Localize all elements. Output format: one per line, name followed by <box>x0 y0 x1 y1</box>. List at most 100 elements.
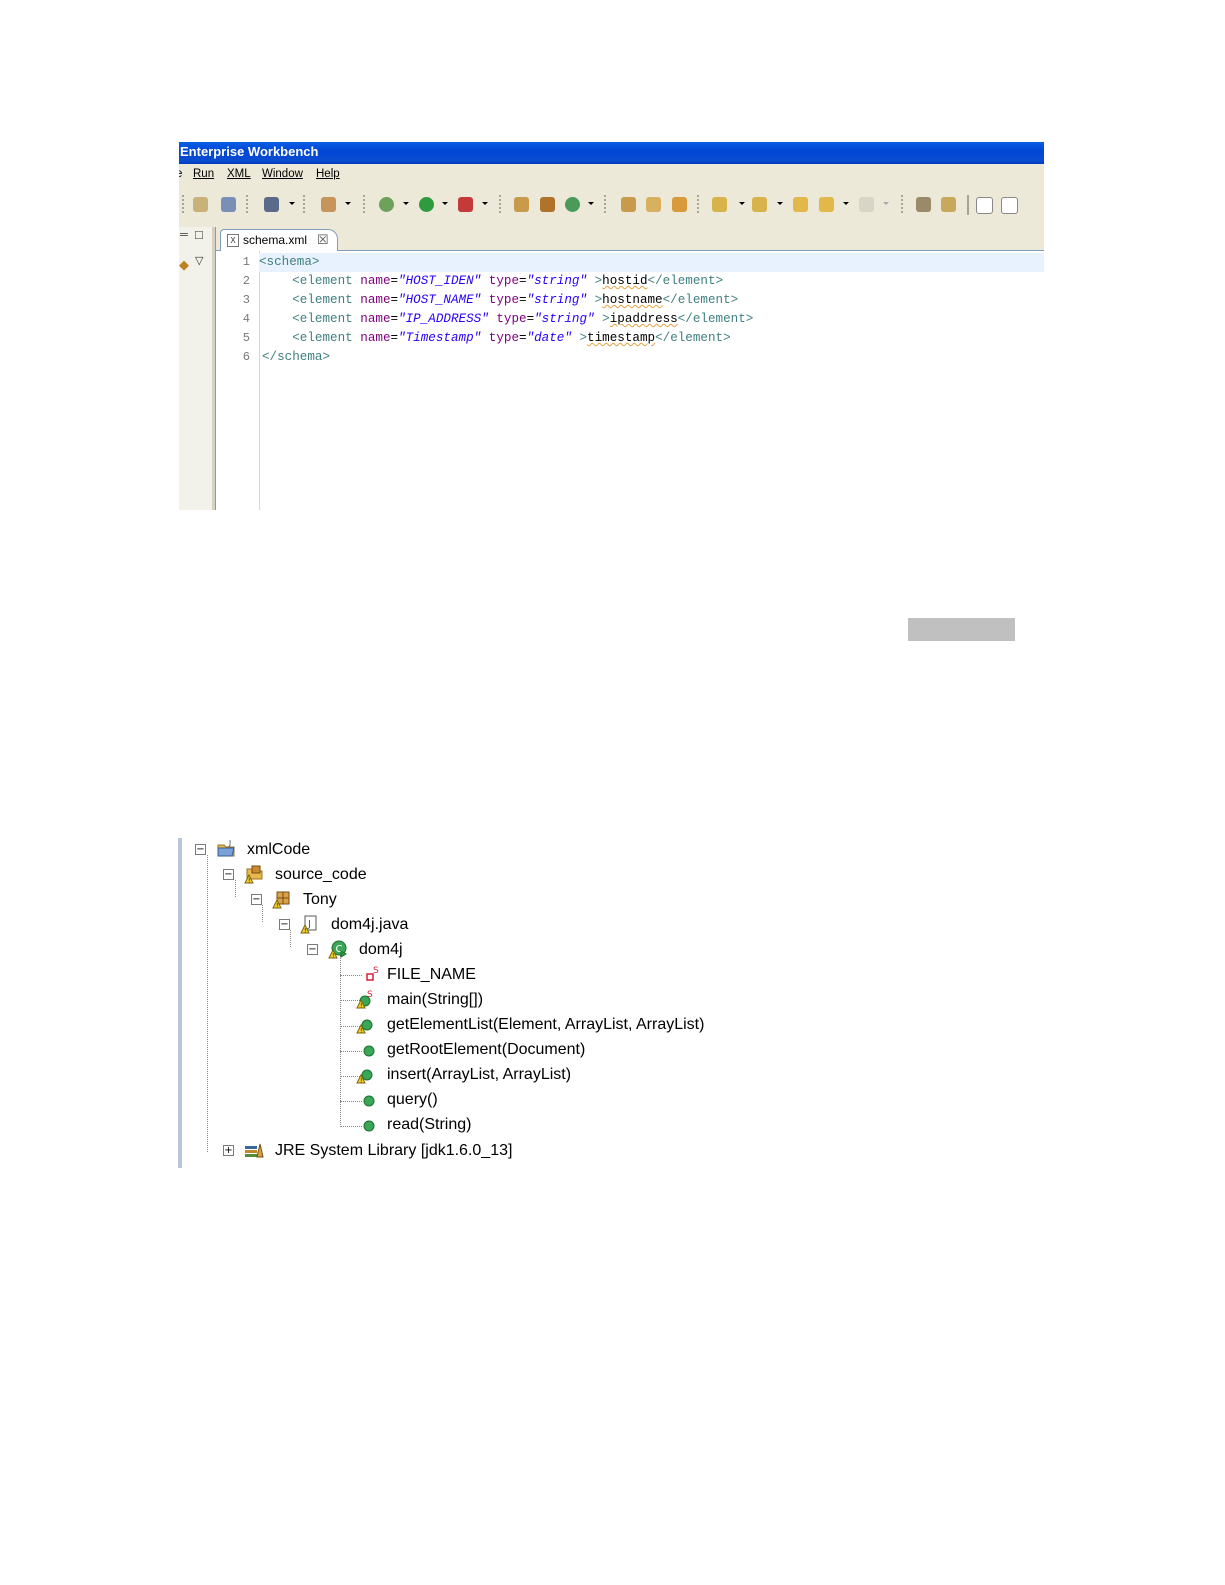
eclipse-window: Enterprise Workbench e Run XML Window He… <box>179 142 1044 510</box>
run-icon[interactable] <box>419 197 434 212</box>
tree-node-package[interactable]: − ! Tony <box>251 888 451 912</box>
window-title: Enterprise Workbench <box>179 142 1044 164</box>
print-icon[interactable] <box>193 197 208 212</box>
line-number-gutter: 1 2 3 4 5 6 <box>216 251 260 510</box>
package-warning-icon: ! <box>272 891 290 910</box>
svg-text:!: ! <box>332 953 334 960</box>
svg-text:S: S <box>367 990 373 1000</box>
next-annotation-icon[interactable] <box>712 197 727 212</box>
line-number: 5 <box>242 331 250 345</box>
view-menu-icon[interactable]: ▽ <box>195 254 203 267</box>
svg-text:!: ! <box>360 1003 362 1010</box>
svg-text:J: J <box>307 919 311 930</box>
previous-annotation-icon[interactable] <box>752 197 767 212</box>
main-toolbar <box>179 185 1044 227</box>
tree-node-java-file[interactable]: − J ! dom4j.java <box>279 913 479 937</box>
method-icon <box>363 1045 375 1057</box>
menu-bar: e Run XML Window Help <box>179 164 1044 185</box>
line-number: 3 <box>242 293 250 307</box>
tree-node-source-folder[interactable]: − ! source_code <box>223 863 423 887</box>
last-edit-icon[interactable] <box>793 197 808 212</box>
code-line[interactable]: <element name="HOST_NAME" type="string" … <box>262 291 738 310</box>
method-icon <box>363 1095 375 1107</box>
external-tools-icon[interactable] <box>458 197 473 212</box>
expand-toggle-icon[interactable]: + <box>223 1145 234 1156</box>
tree-node-method[interactable]: getRootElement(Document) <box>363 1038 663 1062</box>
new-interface-icon[interactable] <box>565 197 580 212</box>
open-type-icon[interactable] <box>621 197 636 212</box>
code-line[interactable]: <element name="HOST_IDEN" type="string" … <box>262 272 723 291</box>
static-method-warning-icon: S ! <box>356 990 373 1010</box>
camera-icon[interactable] <box>264 197 279 212</box>
line-number: 1 <box>242 255 250 269</box>
menu-file[interactable]: e <box>179 164 182 185</box>
gray-bar <box>908 618 1015 641</box>
tree-node-method[interactable]: ! insert(ArrayList, ArrayList) <box>356 1063 663 1087</box>
search-icon[interactable] <box>646 197 661 212</box>
svg-text:!: ! <box>248 878 250 885</box>
class-warning-icon: C ! <box>328 940 347 960</box>
open-task-icon[interactable] <box>672 197 687 212</box>
method-warning-icon: ! <box>356 1069 373 1085</box>
collapse-toggle-icon[interactable]: − <box>279 919 290 930</box>
close-icon[interactable]: ☒ <box>317 230 329 250</box>
left-view-panel: ═ □ ◆ ▽ <box>179 227 213 510</box>
forward-icon[interactable] <box>859 197 874 212</box>
minimize-icon[interactable]: ═ <box>180 229 188 241</box>
collapse-toggle-icon[interactable]: − <box>307 944 318 955</box>
menu-run[interactable]: Run <box>193 164 214 185</box>
line-number: 4 <box>242 312 250 326</box>
collapse-icon[interactable] <box>1001 197 1018 214</box>
method-icon <box>363 1120 375 1132</box>
line-number: 2 <box>242 274 250 288</box>
tree-node-method[interactable]: S ! main(String[]) <box>356 988 663 1012</box>
svg-text:!: ! <box>276 903 278 910</box>
tab-schema-xml[interactable]: X schema.xml ☒ <box>220 229 338 251</box>
hourglass-icon[interactable] <box>916 197 931 212</box>
line-number: 6 <box>242 350 250 364</box>
tree-node-class[interactable]: − C ! dom4j <box>307 938 507 962</box>
svg-text:J: J <box>228 839 231 847</box>
xml-file-icon: X <box>227 234 239 247</box>
back-icon[interactable] <box>819 197 834 212</box>
svg-text:S: S <box>373 966 379 976</box>
source-folder-warning-icon: ! <box>244 865 263 885</box>
method-warning-icon: ! <box>356 1019 373 1035</box>
code-line[interactable]: <element name="Timestamp" type="date" >t… <box>262 329 730 348</box>
tree-node-field[interactable]: S FILE_NAME <box>363 963 663 987</box>
menu-window[interactable]: Window <box>262 164 303 185</box>
expand-icon[interactable] <box>976 197 993 214</box>
tree-node-project[interactable]: − J xmlCode <box>195 838 395 862</box>
tree-node-method[interactable]: read(String) <box>363 1113 663 1137</box>
tree-node-library[interactable]: + JRE System Library [jdk1.6.0_13] <box>223 1139 563 1163</box>
history-icon[interactable] <box>221 197 236 212</box>
tree-node-method[interactable]: ! getElementList(Element, ArrayList, Arr… <box>356 1013 743 1037</box>
debug-icon[interactable] <box>379 197 394 212</box>
svg-text:!: ! <box>360 1028 362 1035</box>
new-wizard-icon[interactable] <box>321 197 336 212</box>
menu-help[interactable]: Help <box>316 164 340 185</box>
code-line[interactable]: <element name="IP_ADDRESS" type="string"… <box>262 310 753 329</box>
code-line[interactable]: <schema> <box>259 253 1044 272</box>
java-file-warning-icon: J ! <box>300 915 317 935</box>
code-area[interactable]: <schema> <element name="HOST_IDEN" type=… <box>259 251 1044 510</box>
view-icon: ◆ <box>179 257 189 272</box>
new-class-icon[interactable] <box>514 197 529 212</box>
svg-text:!: ! <box>304 928 306 935</box>
collapse-toggle-icon[interactable]: − <box>223 869 234 880</box>
project-folder-icon: J <box>217 839 235 857</box>
maximize-icon[interactable]: □ <box>195 227 203 242</box>
collapse-toggle-icon[interactable]: − <box>251 894 262 905</box>
collapse-toggle-icon[interactable]: − <box>195 844 206 855</box>
xml-editor: X schema.xml ☒ 1 2 3 4 5 6 <schema> <ele… <box>215 227 1044 510</box>
new-package-icon[interactable] <box>540 197 555 212</box>
tree-node-method[interactable]: query() <box>363 1088 663 1112</box>
package-explorer-tree: − J xmlCode − ! source_code − ! Tony − J… <box>178 838 758 1168</box>
menu-xml[interactable]: XML <box>227 164 251 185</box>
library-icon <box>245 1143 264 1158</box>
editor-tab-strip: X schema.xml ☒ <box>216 227 1044 251</box>
code-line[interactable]: </schema> <box>262 348 330 367</box>
svg-text:!: ! <box>360 1078 362 1085</box>
clipboard-icon[interactable] <box>941 197 956 212</box>
static-field-icon: S <box>366 966 379 981</box>
